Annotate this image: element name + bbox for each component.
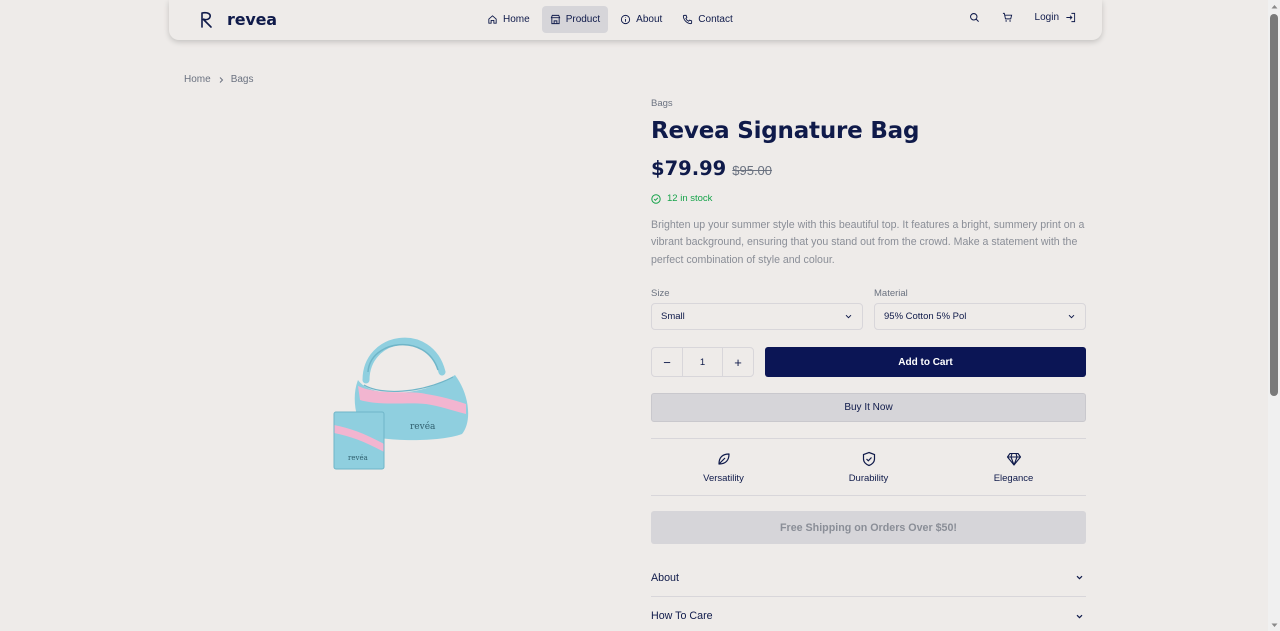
nav-product[interactable]: Product — [541, 6, 609, 33]
chevron-down-icon — [845, 314, 852, 319]
nav-home-label: Home — [503, 14, 530, 25]
chevron-down-icon — [1076, 575, 1083, 580]
cart-icon[interactable] — [1002, 12, 1013, 23]
product-image: revéa revéa — [333, 337, 469, 470]
home-icon — [488, 15, 497, 24]
size-select[interactable]: Small — [651, 303, 863, 330]
nav-contact-label: Contact — [698, 14, 733, 25]
breadcrumb-home[interactable]: Home — [184, 74, 211, 85]
scrollbar-thumb[interactable] — [1270, 14, 1278, 396]
nav-contact[interactable]: Contact — [674, 6, 740, 33]
feature-label: Durability — [848, 472, 889, 484]
nav-actions: Login — [969, 12, 1076, 23]
scroll-down-arrow-icon[interactable] — [1268, 619, 1280, 631]
quantity-value[interactable]: 1 — [682, 348, 723, 376]
accordion-care-label: How To Care — [651, 610, 713, 622]
store-icon — [550, 14, 560, 25]
buy-now-button[interactable]: Buy It Now — [651, 393, 1086, 422]
feature-elegance: Elegance — [944, 451, 1084, 484]
product-price: $79.99 — [651, 157, 727, 180]
main-nav: Home Product About Contact — [479, 6, 741, 33]
top-navbar: revea Home Product About Contact Login — [169, 0, 1102, 40]
nav-product-label: Product — [565, 14, 601, 25]
stock-text: 12 in stock — [667, 193, 713, 204]
chevron-right-icon — [219, 76, 223, 83]
price-row: $79.99 $95.00 — [651, 157, 772, 180]
vertical-scrollbar[interactable] — [1268, 0, 1280, 631]
login-label: Login — [1034, 12, 1059, 23]
product-old-price: $95.00 — [732, 163, 773, 178]
nav-about-label: About — [636, 14, 663, 25]
material-value: 95% Cotton 5% Pol — [884, 311, 967, 322]
size-value: Small — [661, 311, 685, 322]
product-category: Bags — [651, 98, 673, 109]
login-button[interactable]: Login — [1035, 12, 1076, 23]
search-icon[interactable] — [969, 12, 980, 23]
product-description: Brighten up your summer style with this … — [651, 219, 1085, 266]
breadcrumb-bags[interactable]: Bags — [231, 74, 254, 85]
feature-label: Elegance — [993, 472, 1034, 484]
feature-label: Versatility — [703, 472, 744, 484]
accordion-about[interactable]: About — [651, 559, 1086, 597]
breadcrumb: Home Bags — [184, 74, 253, 85]
product-title: Revea Signature Bag — [651, 118, 920, 144]
accordion-how-to-care[interactable]: How To Care — [651, 597, 1086, 631]
add-to-cart-button[interactable]: Add to Cart — [765, 347, 1086, 377]
phone-icon — [683, 14, 693, 25]
login-icon — [1066, 12, 1076, 23]
brand-name: revea — [227, 10, 277, 29]
stock-status: 12 in stock — [651, 193, 712, 204]
increase-quantity-button[interactable]: + — [723, 348, 753, 376]
accordion-about-label: About — [651, 571, 679, 584]
features-row: Versatility Durability Elegance — [651, 438, 1086, 496]
info-icon — [621, 14, 631, 25]
material-select[interactable]: 95% Cotton 5% Pol — [874, 303, 1086, 330]
brand-logo[interactable]: revea — [199, 10, 277, 29]
scroll-up-arrow-icon[interactable] — [1268, 0, 1280, 12]
nav-home[interactable]: Home — [479, 6, 538, 33]
decrease-quantity-button[interactable]: − — [652, 348, 682, 376]
diamond-icon — [1006, 452, 1021, 466]
chevron-down-icon — [1068, 314, 1075, 319]
quantity-stepper: − 1 + — [651, 347, 754, 377]
feature-durability: Durability — [799, 451, 939, 484]
check-circle-icon — [651, 193, 661, 204]
logo-mark-icon — [201, 11, 212, 28]
feature-versatility: Versatility — [654, 451, 794, 484]
leaf-icon — [717, 452, 730, 465]
material-label: Material — [874, 288, 908, 299]
wallet-brand-text: revéa — [348, 454, 368, 462]
shipping-banner: Free Shipping on Orders Over $50! — [651, 511, 1086, 544]
shield-check-icon — [862, 451, 875, 466]
chevron-down-icon — [1076, 614, 1083, 619]
size-label: Size — [651, 288, 670, 299]
bag-brand-text: revéa — [410, 421, 436, 432]
nav-about[interactable]: About — [612, 6, 670, 33]
